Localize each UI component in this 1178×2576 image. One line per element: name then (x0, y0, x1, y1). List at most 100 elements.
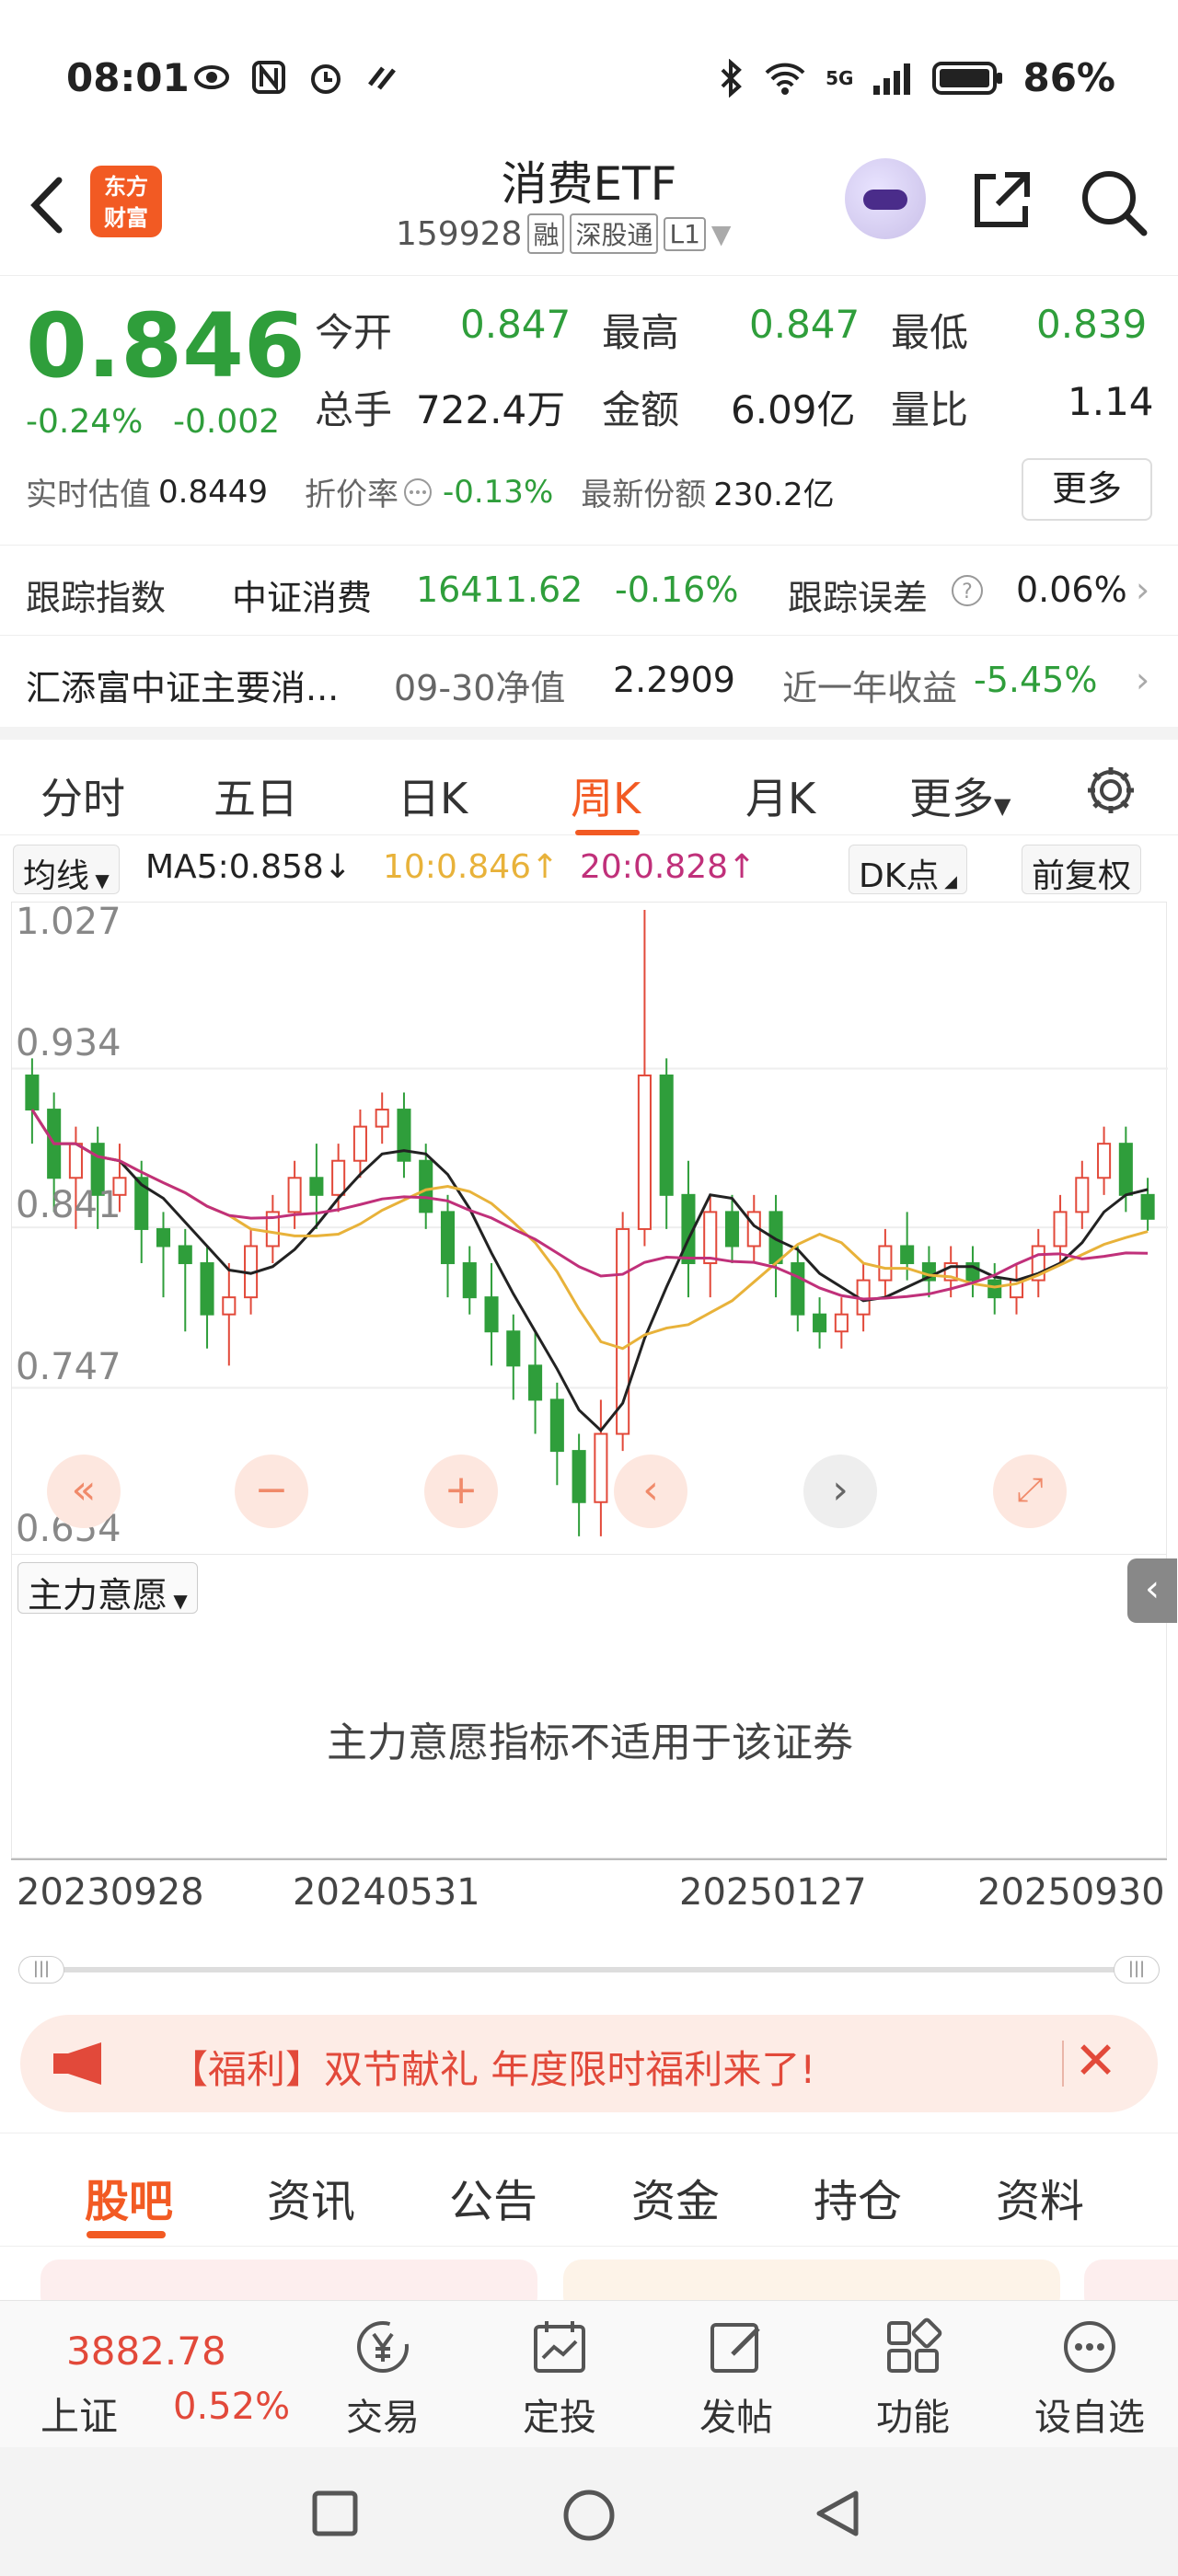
fixed-invest-label: 定投 (523, 2397, 596, 2439)
corner-icon: ◢ (939, 872, 957, 891)
calendar-chart-icon (534, 2321, 585, 2373)
candle (352, 1110, 367, 1179)
stock-subtitle[interactable]: 159928 融 深股通 L1 ▼ (396, 213, 731, 254)
fullscreen-icon[interactable]: ⤢ (993, 1455, 1067, 1528)
low-value: 0.839 (1036, 302, 1148, 347)
tab-more[interactable]: 更多▼ (909, 765, 1011, 826)
tracking-index-row[interactable]: 跟踪指数 中证消费 16411.62 -0.16% 跟踪误差 ? 0.06% › (0, 545, 1178, 635)
scroll-right-button[interactable]: › (803, 1455, 877, 1528)
network-label: 5G (826, 66, 854, 89)
candle (703, 1194, 718, 1298)
candle-body (637, 1074, 652, 1230)
market-index-change[interactable]: 0.52% (173, 2386, 290, 2428)
dk-point-label: DK点 (859, 857, 940, 895)
caret-down-icon: ▼ (167, 1590, 188, 1612)
fixed-invest-button[interactable]: 定投 (504, 2314, 615, 2441)
tracking-index-name: 中证消费 (232, 578, 373, 618)
assistant-robot-icon[interactable] (845, 158, 926, 239)
search-icon[interactable] (1077, 166, 1150, 239)
fund-name: 汇添富中证主要消... (26, 668, 340, 708)
indicator-selector[interactable]: 主力意愿 ▼ (17, 1562, 198, 1616)
post-button[interactable]: 发帖 (681, 2314, 791, 2441)
stock-header: 东方 财富 消费ETF 159928 融 深股通 L1 ▼ (0, 138, 1178, 276)
tab-weekly-k[interactable]: 周K (571, 765, 641, 826)
wifi-icon (765, 63, 805, 95)
page-title: 消费ETF (501, 157, 677, 211)
premium-label: 折价率 (304, 477, 398, 513)
ma20-value: 20:0.828 (580, 848, 728, 886)
back-nav-icon[interactable] (810, 2486, 865, 2541)
tab-news[interactable]: 资讯 (267, 2165, 355, 2229)
candle-body (724, 1211, 740, 1248)
functions-button[interactable]: 功能 (858, 2314, 968, 2441)
tracking-index-change: -0.16% (615, 569, 739, 610)
tab-announcements[interactable]: 公告 (449, 2165, 537, 2229)
home-icon[interactable] (561, 2488, 617, 2543)
market-index-name[interactable]: 上证 (40, 2386, 118, 2442)
time-axis-ticks (11, 1858, 1167, 1860)
trade-button[interactable]: 交易 (328, 2314, 438, 2441)
promo-banner[interactable]: 【福利】双节献礼 年度限时福利来了! ✕ (20, 2015, 1158, 2112)
candle-body (703, 1211, 718, 1265)
candle-body (331, 1159, 346, 1196)
candle (528, 1331, 543, 1434)
kline-chart[interactable]: 1.027 0.934 0.841 0.747 0.654 « − + ‹ › … (11, 901, 1168, 1555)
tab-daily-k[interactable]: 日K (398, 765, 468, 826)
tab-holdings[interactable]: 持仓 (814, 2165, 902, 2229)
candle (637, 910, 652, 1247)
ma10-line (30, 1109, 1149, 1351)
more-button[interactable]: 更多 (1022, 458, 1152, 521)
recent-apps-icon[interactable] (309, 2488, 361, 2539)
scroll-far-left-button[interactable]: « (47, 1455, 121, 1528)
tab-funds[interactable]: 资金 (631, 2165, 720, 2229)
range-slider[interactable]: ||| ||| (18, 1956, 1160, 1984)
low-label: 最低 (891, 310, 969, 355)
megaphone-icon (53, 2042, 101, 2085)
estimate-row: 实时估值 0.8449 折价率 -0.13% 最新份额 230.2亿 (26, 469, 835, 514)
tab-intraday[interactable]: 分时 (40, 765, 125, 826)
zoom-out-button[interactable]: − (235, 1455, 308, 1528)
x-tick-label: 20230928 (17, 1871, 204, 1914)
candle-body (1075, 1177, 1090, 1213)
back-icon[interactable] (26, 173, 72, 237)
add-watchlist-button[interactable]: 设自选 (1034, 2314, 1145, 2441)
candle-body (1097, 1143, 1112, 1179)
forum-cards[interactable] (0, 2247, 1178, 2315)
candle-body (287, 1177, 302, 1213)
candle (25, 1058, 40, 1144)
tab-five-day[interactable]: 五日 (214, 765, 298, 826)
change-percent: -0.24% (26, 403, 144, 441)
tab-monthly-k[interactable]: 月K (745, 765, 815, 826)
ma-selector[interactable]: 均线 ▼ (13, 845, 120, 895)
settings-gear-icon[interactable] (1082, 762, 1139, 819)
range-handle-right[interactable]: ||| (1114, 1956, 1160, 1984)
candle-body (200, 1262, 214, 1316)
collapse-panel-icon[interactable]: ‹ (1127, 1558, 1177, 1623)
share-icon[interactable] (968, 167, 1034, 234)
candle-body (1053, 1211, 1068, 1248)
scroll-left-button[interactable]: ‹ (614, 1455, 687, 1528)
candle-body (397, 1109, 411, 1162)
kline-chart-svg (12, 910, 1168, 1536)
help-icon[interactable]: ? (950, 573, 985, 616)
range-handle-left[interactable]: ||| (18, 1956, 64, 1984)
x-tick-label: 20250127 (679, 1871, 867, 1914)
trade-label: 交易 (346, 2397, 420, 2439)
fund-info-row[interactable]: 汇添富中证主要消... 09-30净值 2.2909 近一年收益 -5.45% … (0, 635, 1178, 725)
tab-forum[interactable]: 股吧 (85, 2165, 173, 2229)
adjust-button[interactable]: 前复权 (1022, 845, 1142, 895)
candle (987, 1263, 1002, 1315)
info-dots-icon[interactable] (402, 477, 433, 508)
arrow-up-icon: ↑ (531, 848, 560, 886)
zoom-in-button[interactable]: + (424, 1455, 498, 1528)
close-icon[interactable]: ✕ (1074, 2031, 1117, 2091)
chevron-down-icon: ▼ (710, 218, 732, 249)
candle-body (659, 1074, 674, 1196)
candle (1097, 1126, 1112, 1195)
indicator-panel: 主力意愿 ▼ ‹ 主力意愿指标不适用于该证券 (11, 1555, 1177, 1858)
tab-profile[interactable]: 资料 (996, 2165, 1084, 2229)
dk-point-button[interactable]: DK点 ◢ (849, 845, 967, 895)
market-index-value[interactable]: 3882.78 (66, 2329, 226, 2374)
candle (178, 1228, 192, 1332)
ma10-value: 10:0.846 (383, 848, 531, 886)
